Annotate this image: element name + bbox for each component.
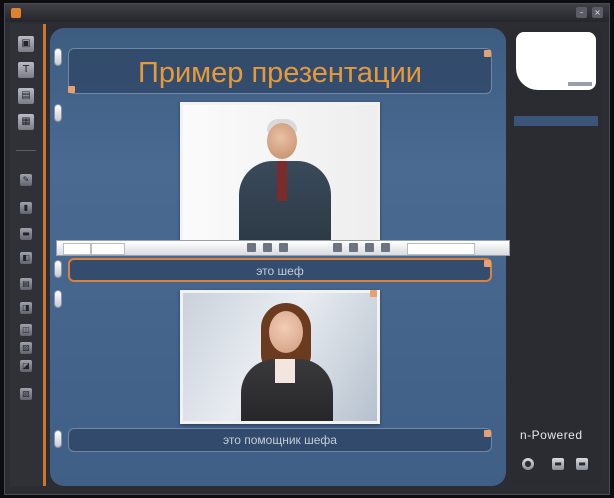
bold-icon[interactable] [247,243,256,252]
caption2-drag-handle[interactable] [54,430,62,448]
caption1-drag-handle[interactable] [54,260,62,278]
new-slide-tool-icon[interactable]: ▣ [18,36,34,52]
assistant-shirt [275,359,295,383]
image-tool-icon[interactable]: ▤ [18,88,34,104]
title-resize-icon[interactable] [68,86,75,93]
italic-icon[interactable] [263,243,272,252]
right-panel: n-Powered ● ▬ ▬ [510,28,602,486]
minimize-button[interactable]: – [576,7,587,18]
fill-tool-icon[interactable]: ◧ [20,252,32,264]
boss-tie [277,161,287,201]
preview-scroll[interactable] [568,82,592,86]
group-tool-icon[interactable]: ◫ [20,324,32,336]
slide-preview[interactable] [516,32,596,90]
effect-tool-icon[interactable]: ◪ [20,360,32,372]
left-toolbar: ▣ T ▤ ▦ ✎ ▮ ▬ ◧ ▤ ◨ ◫ ▨ ◪ ▧ [10,24,46,486]
boss-photo[interactable] [180,102,380,246]
photo2-close-icon[interactable] [370,290,377,297]
text-format-toolbar [56,240,510,256]
caption2-text-block[interactable]: это помощник шефа [68,428,492,452]
crop-tool-icon[interactable]: ▨ [20,342,32,354]
font-family-select[interactable] [63,243,91,255]
align-left-icon[interactable] [333,243,342,252]
settings-tool-icon[interactable]: ▧ [20,388,32,400]
caption2-close-icon[interactable] [484,430,491,437]
layer-tool-icon[interactable]: ◨ [20,302,32,314]
align-center-icon[interactable] [349,243,358,252]
align-right-icon[interactable] [365,243,374,252]
underline-icon[interactable] [279,243,288,252]
assistant-photo[interactable] [180,290,380,424]
slide-list-item[interactable] [514,116,598,126]
text-tool-icon[interactable]: T [18,62,34,78]
shape-tool-icon[interactable]: ▮ [20,202,32,214]
save-button-icon[interactable]: ▬ [576,458,588,470]
line-tool-icon[interactable]: ▬ [20,228,32,240]
title-close-icon[interactable] [484,50,491,57]
app-logo-icon [11,8,21,18]
export-button-icon[interactable]: ▬ [552,458,564,470]
layout-tool-icon[interactable]: ▦ [18,114,34,130]
title-text-block[interactable]: Пример презентации [68,48,492,94]
photo1-drag-handle[interactable] [54,104,62,122]
style-select[interactable] [407,243,475,255]
title-bar: – × [5,4,609,22]
caption1-text-block[interactable]: это шеф [68,258,492,282]
close-button[interactable]: × [592,7,603,18]
assistant-face [269,311,303,353]
pen-tool-icon[interactable]: ✎ [20,174,32,186]
photo2-drag-handle[interactable] [54,290,62,308]
slide-canvas[interactable]: Пример презентации это шеф это помощник … [50,28,506,486]
title-drag-handle[interactable] [54,48,62,66]
font-size-select[interactable] [91,243,125,255]
toolbar-divider [16,150,36,151]
caption-assistant: это помощник шефа [223,433,337,447]
play-button-icon[interactable]: ● [522,458,534,470]
caption-boss: это шеф [256,264,304,278]
brand-logo: n-Powered [520,428,583,442]
boss-face [267,123,297,159]
slide-title: Пример презентации [138,57,422,89]
caption1-close-icon[interactable] [484,260,491,267]
align-tool-icon[interactable]: ▤ [20,278,32,290]
color-icon[interactable] [381,243,390,252]
